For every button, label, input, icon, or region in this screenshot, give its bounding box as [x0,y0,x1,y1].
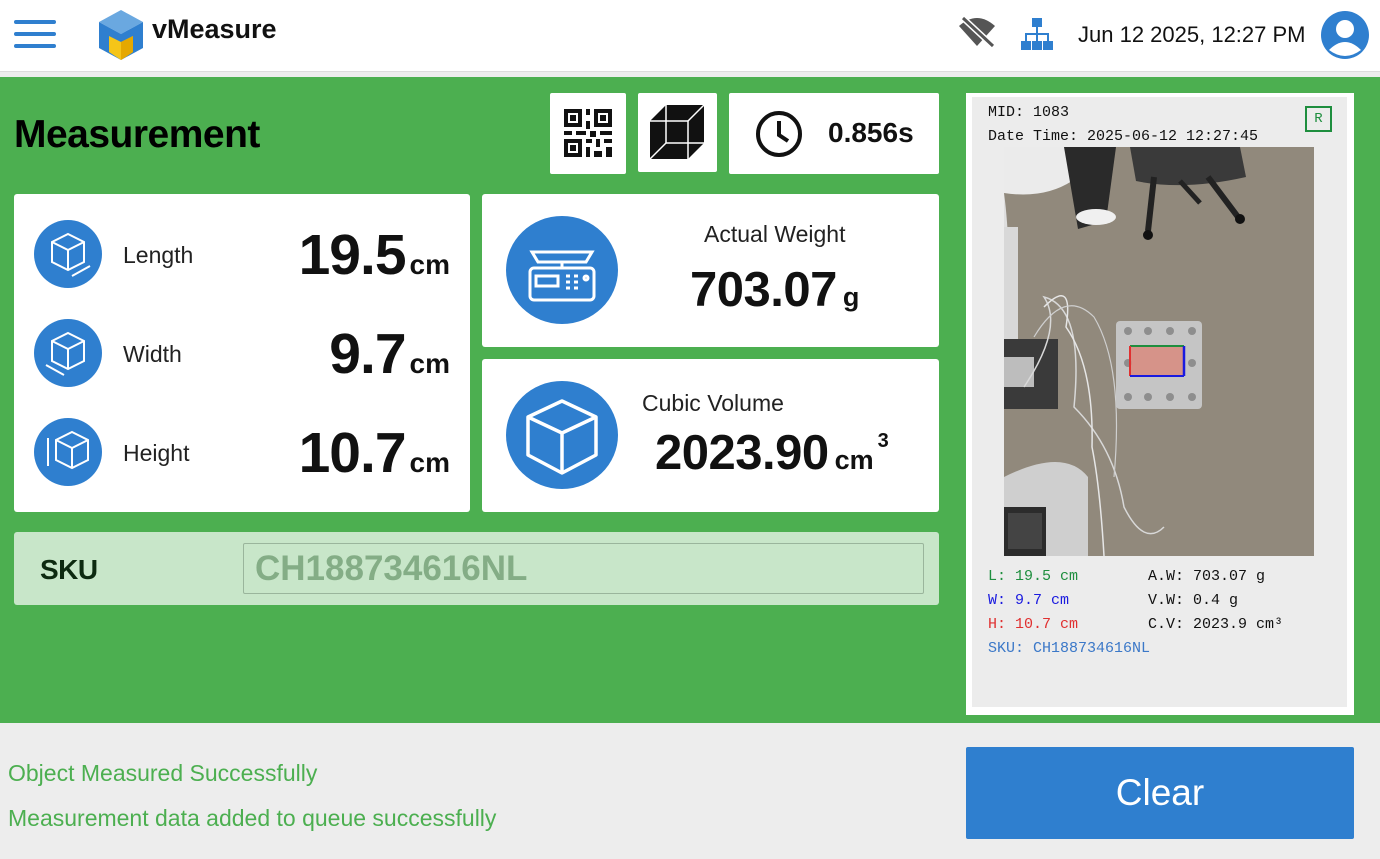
weight-number: 703.07 [690,263,837,317]
weight-card: Actual Weight 703.07 g [482,194,939,347]
clear-button[interactable]: Clear [966,747,1354,839]
volume-value: 2023.90 cm3 [655,425,889,481]
preview-volumetric-weight: V.W: 0.4 g [1148,592,1239,609]
sku-input[interactable] [243,543,924,594]
volume-unit: cm [834,445,874,475]
sku-bar: SKU [14,532,939,605]
status-message-queued: Measurement data added to queue successf… [8,805,497,831]
measure-time-value: 0.856s [828,117,914,148]
width-unit: cm [409,348,450,379]
status-message-measured: Object Measured Successfully [8,760,318,786]
height-value: 10.7 cm [299,420,450,486]
volume-card: Cubic Volume 2023.90 cm3 [482,359,939,512]
height-cube-icon [34,418,102,486]
length-value: 19.5 cm [299,222,450,288]
width-row: Width 9.7 cm [14,311,470,391]
volume-exponent: 3 [877,430,889,452]
clock-icon [756,111,802,157]
camera-capture-image [1004,147,1314,556]
header-datetime: Jun 12 2025, 12:27 PM [1078,22,1306,47]
top-bar: vMeasure Jun 12 2025, 12:27 PM [0,0,1380,72]
length-cube-icon [34,220,102,288]
cube-outline-icon [649,104,705,160]
menu-icon[interactable] [14,16,58,52]
app-title: vMeasure [152,14,277,44]
measure-time-box: 0.856s [729,93,939,174]
wifi-off-icon [959,15,996,49]
qr-code-icon [564,109,612,157]
capture-preview: MID: 1083 Date Time: 2025-06-12 12:27:45… [966,93,1354,715]
width-number: 9.7 [329,322,406,386]
measurement-panel: Measurement 0.856s Length 19.5 cm Width … [0,77,1380,723]
qr-code-button[interactable] [550,93,626,174]
preview-badge: R [1305,106,1332,132]
length-row: Length 19.5 cm [14,212,470,292]
width-cube-icon [34,319,102,387]
preview-sku: SKU: CH188734616NL [988,640,1151,657]
vmeasure-logo [99,10,143,60]
preview-datetime: Date Time: 2025-06-12 12:27:45 [988,128,1259,145]
height-label: Height [123,440,190,466]
height-number: 10.7 [298,421,407,485]
height-row: Height 10.7 cm [14,410,470,490]
length-unit: cm [409,249,450,280]
user-avatar-icon[interactable] [1320,10,1370,60]
weight-label: Actual Weight [704,221,846,247]
weight-unit: g [842,282,860,312]
3d-view-button[interactable] [638,93,717,172]
page-title: Measurement [14,113,260,156]
width-label: Width [123,341,182,367]
width-value: 9.7 cm [329,321,450,387]
height-unit: cm [409,447,450,478]
sku-label: SKU [40,554,98,585]
weight-value: 703.07 g [690,262,859,318]
volume-number: 2023.90 [655,426,829,480]
preview-length: L: 19.5 cm [988,568,1079,585]
preview-actual-weight: A.W: 703.07 g [1148,568,1266,585]
cube-icon [506,381,618,489]
length-number: 19.5 [298,223,407,287]
preview-height: H: 10.7 cm [988,616,1079,633]
preview-frame: MID: 1083 Date Time: 2025-06-12 12:27:45… [972,97,1347,707]
network-icon [1021,18,1053,50]
preview-cubic-volume: C.V: 2023.9 cm³ [1148,616,1284,633]
length-label: Length [123,242,194,268]
preview-width: W: 9.7 cm [988,592,1070,609]
preview-mid: MID: 1083 [988,104,1070,121]
volume-label: Cubic Volume [642,390,784,416]
dimensions-card: Length 19.5 cm Width 9.7 cm Height 10.7 … [14,194,470,512]
scale-icon [506,216,618,324]
